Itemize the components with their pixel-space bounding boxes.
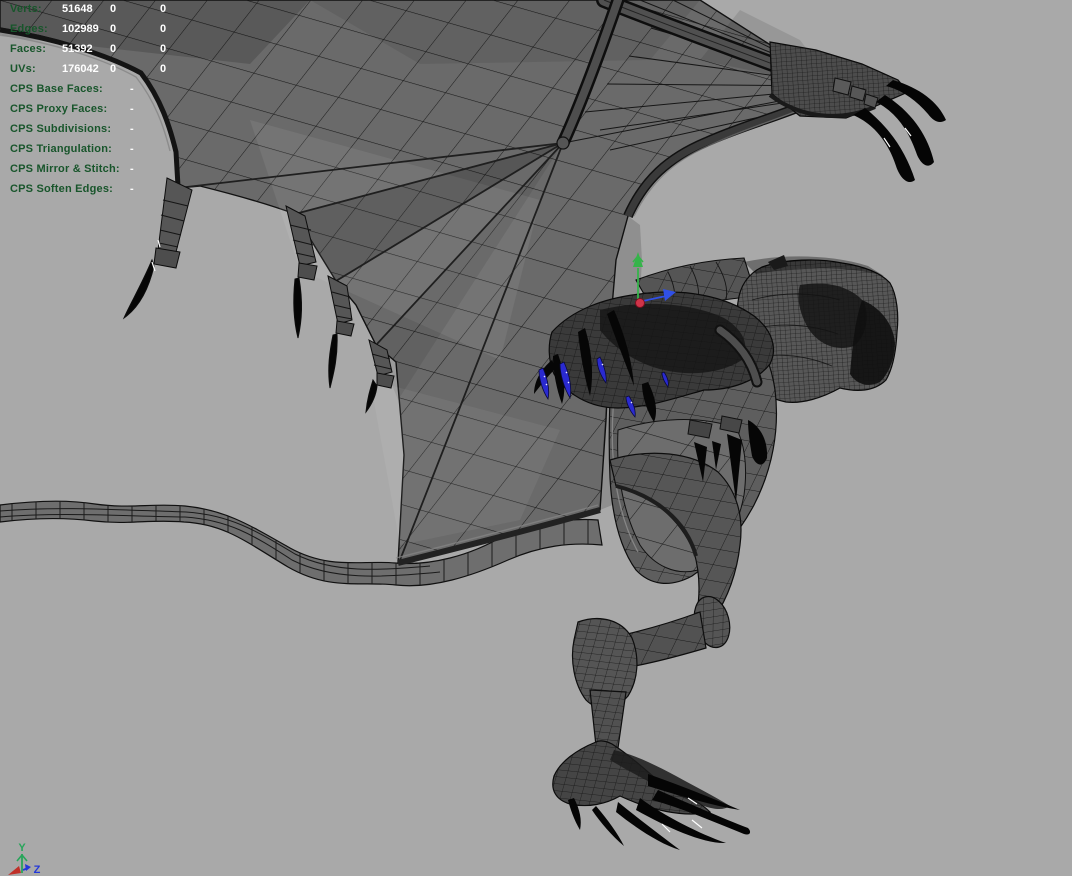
dragon-model[interactable]: [0, 0, 946, 850]
axis-y-label: Y: [18, 842, 26, 854]
finger-bone[interactable]: [158, 178, 192, 252]
knuckle[interactable]: [154, 248, 180, 268]
knuckle[interactable]: [298, 263, 317, 280]
axis-indicator: Y Z: [8, 842, 41, 876]
wingtip-hand[interactable]: [770, 42, 946, 182]
knuckle[interactable]: [336, 321, 354, 336]
axis-x-arrow-icon: [8, 866, 21, 875]
scene-canvas[interactable]: Y Z: [0, 0, 1072, 876]
axis-z-label: Z: [34, 864, 41, 876]
metatarsus-wireframe: [590, 690, 626, 748]
manipulator-center-handle[interactable]: [636, 299, 645, 308]
viewport-3d[interactable]: Y Z Verts: 51648 0 0 Edges: 102989 0 0 F…: [0, 0, 1072, 876]
claw[interactable]: [124, 260, 154, 318]
knuckle[interactable]: [377, 373, 394, 388]
axis-z-arrow-icon: [25, 864, 31, 871]
claw[interactable]: [294, 278, 302, 338]
claw[interactable]: [329, 334, 337, 388]
